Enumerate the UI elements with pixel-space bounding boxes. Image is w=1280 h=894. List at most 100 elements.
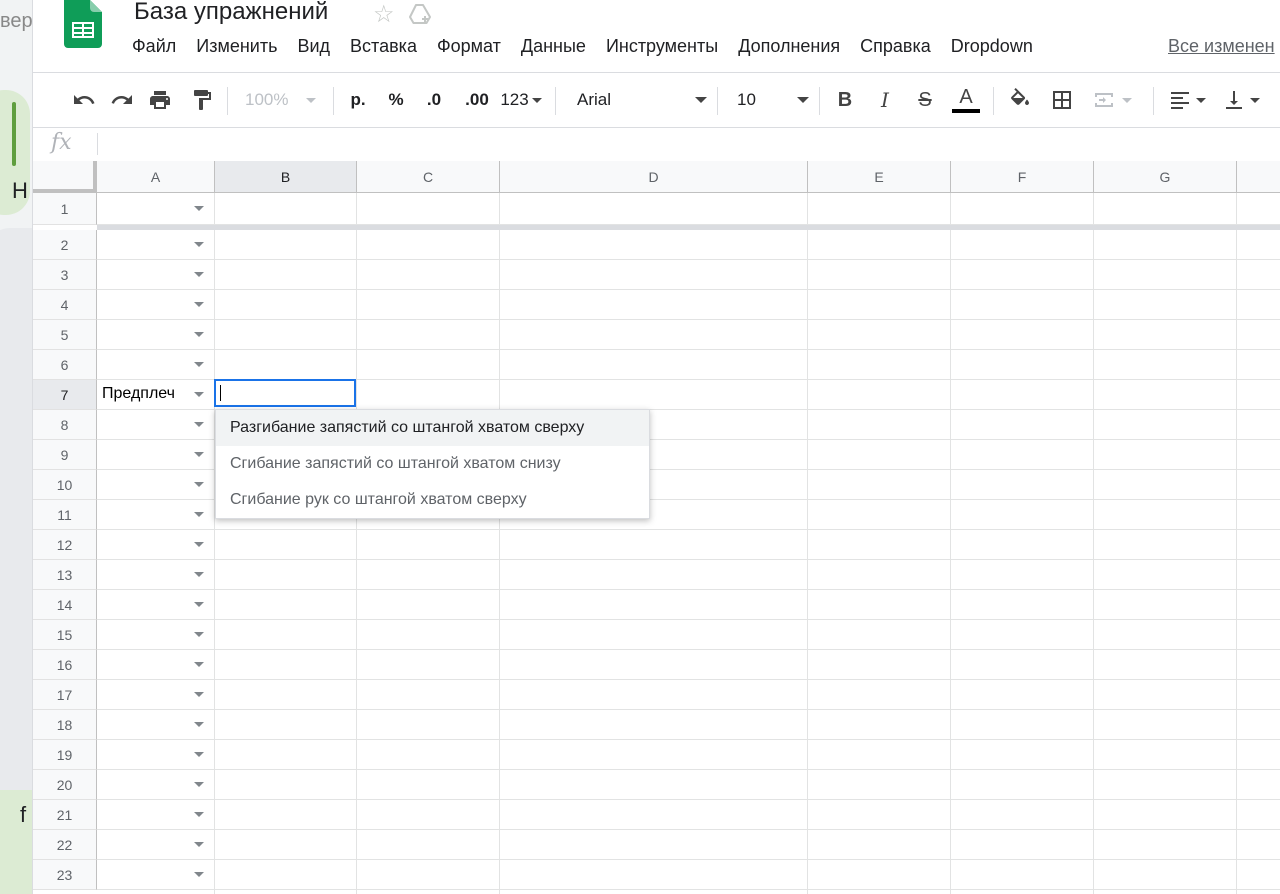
cell-dropdown-arrow-icon[interactable] [194,782,204,787]
row-header-5[interactable]: 5 [33,320,97,350]
cell-dropdown-arrow-icon[interactable] [194,662,204,667]
row-header-11[interactable]: 11 [33,500,97,530]
cell-a7[interactable]: Предплеч [102,385,175,403]
row-header-10[interactable]: 10 [33,470,97,500]
row-header-12[interactable]: 12 [33,530,97,560]
cell-dropdown-arrow-icon[interactable] [194,632,204,637]
merge-cells-icon[interactable] [1087,73,1137,127]
dropdown-option[interactable]: Сгибание рук со штангой хватом сверху [216,482,649,518]
row-header-23[interactable]: 23 [33,860,97,890]
row-header-16[interactable]: 16 [33,650,97,680]
paint-format-icon[interactable] [187,73,217,127]
horizontal-align-icon[interactable] [1165,73,1209,127]
move-to-drive-icon[interactable] [408,2,432,26]
menu-tools[interactable]: Инструменты [606,36,718,60]
frozen-row-divider[interactable] [97,225,1280,230]
cell-dropdown-arrow-icon[interactable] [194,842,204,847]
redo-icon[interactable] [107,73,137,127]
row-header-21[interactable]: 21 [33,800,97,830]
row-header-20[interactable]: 20 [33,770,97,800]
star-icon[interactable]: ☆ [373,0,395,29]
column-header-d[interactable]: D [500,161,808,193]
column-header-e[interactable]: E [808,161,951,193]
cell-dropdown-arrow-icon[interactable] [194,482,204,487]
menu-help[interactable]: Справка [860,36,931,60]
cell-dropdown-arrow-icon[interactable] [194,392,204,397]
text-color-button[interactable]: A [951,73,981,127]
cell-dropdown-arrow-icon[interactable] [194,452,204,457]
fill-color-icon[interactable] [1005,73,1035,127]
menu-format[interactable]: Формат [437,36,501,60]
cell-dropdown-arrow-icon[interactable] [194,812,204,817]
cell-dropdown-arrow-icon[interactable] [194,542,204,547]
menu-view[interactable]: Вид [297,36,330,60]
font-size-select[interactable]: 10 [737,73,809,127]
row-header-22[interactable]: 22 [33,830,97,860]
dropdown-option[interactable]: Сгибание запястий со штангой хватом сниз… [216,446,649,482]
font-select[interactable]: Arial [577,73,707,127]
chevron-down-icon [1122,97,1132,103]
active-cell-b7[interactable] [214,379,356,407]
more-formats-button[interactable]: 123 [499,73,543,127]
percent-button[interactable]: % [381,73,411,127]
sheets-logo-icon[interactable] [64,0,102,48]
row-header-17[interactable]: 17 [33,680,97,710]
column-header-a[interactable]: A [97,161,215,193]
menu-data[interactable]: Данные [521,36,586,60]
menu-dropdown[interactable]: Dropdown [951,36,1033,60]
dropdown-option[interactable]: Разгибание запястий со штангой хватом св… [216,410,649,446]
print-icon[interactable] [145,73,175,127]
menu-file[interactable]: Файл [132,36,176,60]
select-all-corner[interactable] [33,161,97,193]
document-title[interactable]: База упражнений [134,0,328,26]
row-header-8[interactable]: 8 [33,410,97,440]
cell-dropdown-arrow-icon[interactable] [194,512,204,517]
cell-dropdown-arrow-icon[interactable] [194,872,204,877]
cell-dropdown-arrow-icon[interactable] [194,272,204,277]
column-header-c[interactable]: C [357,161,500,193]
row-header-14[interactable]: 14 [33,590,97,620]
cell-dropdown-arrow-icon[interactable] [194,332,204,337]
cell-dropdown-arrow-icon[interactable] [194,422,204,427]
column-header-g[interactable]: G [1094,161,1237,193]
undo-icon[interactable] [69,73,99,127]
row-header-1[interactable]: 1 [33,193,97,225]
vertical-align-icon[interactable] [1219,73,1263,127]
menu-edit[interactable]: Изменить [196,36,277,60]
cell-dropdown-arrow-icon[interactable] [194,206,204,211]
cell-dropdown-arrow-icon[interactable] [194,692,204,697]
strikethrough-button[interactable]: S [911,73,939,127]
borders-icon[interactable] [1047,73,1077,127]
formula-bar[interactable]: fx [33,127,1280,162]
cell-dropdown-arrow-icon[interactable] [194,722,204,727]
cell-dropdown-arrow-icon[interactable] [194,602,204,607]
row-header-13[interactable]: 13 [33,560,97,590]
cell-dropdown-arrow-icon[interactable] [194,302,204,307]
cell-dropdown-arrow-icon[interactable] [194,572,204,577]
cell-dropdown-arrow-icon[interactable] [194,242,204,247]
currency-button[interactable]: р. [341,73,375,127]
zoom-select[interactable]: 100% [245,73,325,127]
italic-button[interactable]: I [871,73,899,127]
row-header-4[interactable]: 4 [33,290,97,320]
row-header-9[interactable]: 9 [33,440,97,470]
column-header-h[interactable] [1237,161,1280,193]
row-header-15[interactable]: 15 [33,620,97,650]
column-header-b[interactable]: B [215,161,357,193]
row-header-3[interactable]: 3 [33,260,97,290]
row-header-18[interactable]: 18 [33,710,97,740]
row-header-19[interactable]: 19 [33,740,97,770]
column-header-f[interactable]: F [951,161,1094,193]
row-header-2[interactable]: 2 [33,230,97,260]
grid-line [1236,193,1237,894]
all-changes-link[interactable]: Все изменен [1168,36,1275,57]
row-header-6[interactable]: 6 [33,350,97,380]
menu-addons[interactable]: Дополнения [738,36,840,60]
menu-insert[interactable]: Вставка [350,36,417,60]
increase-decimals-button[interactable]: .00 [457,73,497,127]
decrease-decimals-button[interactable]: .0 [417,73,451,127]
cell-dropdown-arrow-icon[interactable] [194,362,204,367]
row-header-7[interactable]: 7 [33,380,97,410]
cell-dropdown-arrow-icon[interactable] [194,752,204,757]
bold-button[interactable]: B [831,73,859,127]
